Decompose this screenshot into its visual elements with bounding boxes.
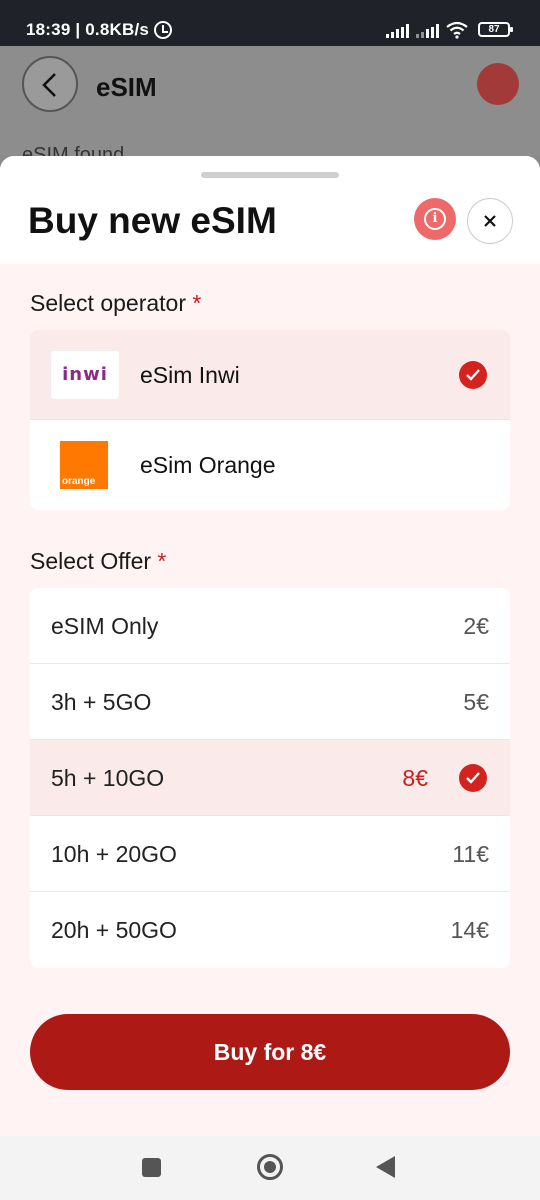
status-bar: 18:39 | 0.8KB/s 87 (0, 0, 540, 46)
back-button[interactable] (22, 56, 78, 112)
background-app-bar: eSIM eSIM found (0, 46, 540, 166)
signal-icon-2 (416, 24, 439, 38)
sheet-header: Buy new eSIM i (0, 156, 540, 264)
offer-list: eSIM Only 2€ 3h + 5GO 5€ 5h + 10GO 8€ 10… (30, 588, 510, 968)
offer-price: 8€ (402, 765, 428, 791)
offer-name: 20h + 50GO (51, 917, 177, 943)
required-mark: * (157, 548, 167, 574)
operator-orange[interactable]: orange eSim Orange (30, 420, 510, 510)
operator-section-label: Select operator * (30, 290, 202, 316)
offer-price: 5€ (463, 689, 489, 715)
check-icon (459, 361, 487, 389)
info-icon: i (424, 208, 446, 230)
offer-5h-10go[interactable]: 5h + 10GO 8€ (30, 740, 510, 816)
operator-list: inwi eSim Inwi orange eSim Orange (30, 330, 510, 510)
operator-inwi[interactable]: inwi eSim Inwi (30, 330, 510, 420)
offer-3h-5go[interactable]: 3h + 5GO 5€ (30, 664, 510, 740)
offer-price: 11€ (452, 841, 489, 867)
wifi-icon (446, 21, 468, 39)
close-icon (484, 215, 496, 227)
recents-icon[interactable] (142, 1158, 161, 1177)
offer-name: 10h + 20GO (51, 841, 177, 867)
close-button[interactable] (467, 198, 513, 244)
battery-icon: 87 (478, 22, 513, 37)
status-time: 18:39 | 0.8KB/s (26, 20, 150, 39)
drag-handle[interactable] (201, 172, 339, 178)
alarm-icon (154, 21, 172, 39)
back-triangle-icon[interactable] (376, 1156, 395, 1178)
home-icon[interactable] (257, 1154, 283, 1180)
chevron-left-icon (42, 73, 56, 97)
operator-name: eSim Orange (140, 452, 276, 478)
inwi-logo: inwi (50, 350, 120, 400)
offer-name: 3h + 5GO (51, 689, 152, 715)
offer-price: 2€ (463, 613, 489, 639)
offer-section-label: Select Offer * (30, 548, 167, 574)
background-info-icon[interactable] (477, 63, 519, 105)
system-nav-bar (0, 1136, 540, 1200)
orange-logo: orange (60, 441, 108, 489)
signal-icon (386, 24, 409, 38)
info-button[interactable]: i (414, 198, 456, 240)
buy-button[interactable]: Buy for 8€ (30, 1014, 510, 1090)
offer-name: 5h + 10GO (51, 765, 165, 791)
required-mark: * (192, 290, 202, 316)
operator-name: eSim Inwi (140, 362, 240, 388)
background-title: eSIM (96, 72, 157, 102)
check-icon (459, 764, 487, 792)
offer-10h-20go[interactable]: 10h + 20GO 11€ (30, 816, 510, 892)
sheet-title: Buy new eSIM (28, 200, 277, 241)
offer-name: eSIM Only (51, 613, 159, 639)
buy-esim-sheet: Buy new eSIM i Select operator * inwi eS… (0, 156, 540, 1136)
offer-esim-only[interactable]: eSIM Only 2€ (30, 588, 510, 664)
offer-20h-50go[interactable]: 20h + 50GO 14€ (30, 892, 510, 968)
offer-price: 14€ (450, 917, 489, 943)
